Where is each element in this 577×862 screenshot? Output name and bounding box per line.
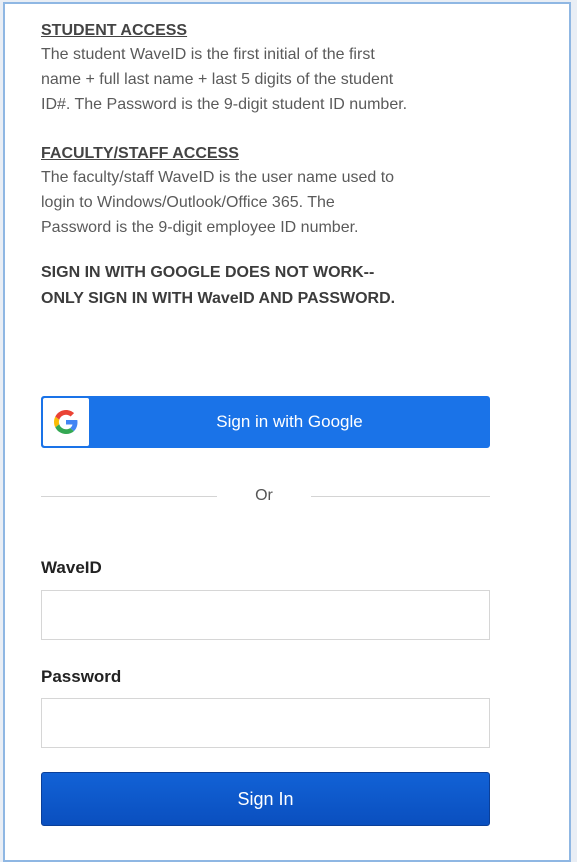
student-access-line-2: name + full last name + last 5 digits of…: [41, 71, 394, 88]
sign-in-button[interactable]: Sign In: [41, 772, 490, 826]
login-panel: STUDENT ACCESS The student WaveID is the…: [3, 2, 571, 862]
faculty-access-line-2: login to Windows/Outlook/Office 365. The: [41, 194, 335, 211]
notice-line-2: ONLY SIGN IN WITH WaveID AND PASSWORD.: [41, 290, 396, 307]
faculty-access-line-1: The faculty/staff WaveID is the user nam…: [41, 169, 395, 186]
google-g-icon: [54, 410, 78, 434]
waveid-label: WaveID: [41, 558, 102, 577]
faculty-access-heading: FACULTY/STAFF ACCESS: [41, 145, 239, 162]
divider-or-label: Or: [255, 487, 273, 504]
student-access-heading: STUDENT ACCESS: [41, 22, 188, 39]
password-input[interactable]: [41, 698, 490, 748]
divider-line-left: [41, 496, 217, 497]
password-label: Password: [41, 667, 122, 686]
notice-line-1: SIGN IN WITH GOOGLE DOES NOT WORK--: [41, 264, 375, 281]
student-access-section: STUDENT ACCESS The student WaveID is the…: [41, 20, 493, 117]
divider-line-right: [311, 496, 490, 497]
google-signin-label: Sign in with Google: [216, 412, 363, 431]
student-access-line-1: The student WaveID is the first initial …: [41, 46, 375, 63]
or-divider: Or: [41, 486, 490, 506]
faculty-access-section: FACULTY/STAFF ACCESS The faculty/staff W…: [41, 143, 493, 240]
waveid-input[interactable]: [41, 590, 490, 640]
google-logo-box: [43, 398, 89, 446]
google-warning-notice: SIGN IN WITH GOOGLE DOES NOT WORK-- ONLY…: [41, 260, 493, 312]
faculty-access-line-3: Password is the 9-digit employee ID numb…: [41, 219, 359, 236]
login-content: STUDENT ACCESS The student WaveID is the…: [41, 20, 493, 826]
google-signin-button[interactable]: Sign in with Google: [41, 396, 490, 448]
student-access-line-3: ID#. The Password is the 9-digit student…: [41, 96, 408, 113]
